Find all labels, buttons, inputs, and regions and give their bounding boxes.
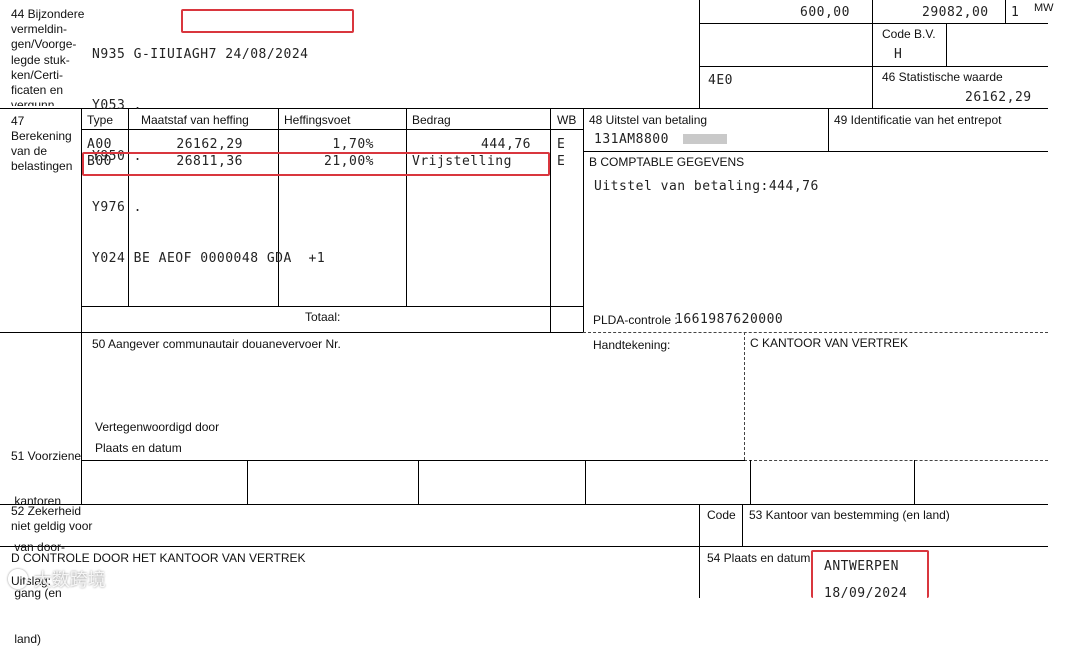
highlight-box-b00-row: [82, 152, 550, 176]
box53-label: 53 Kantoor van bestemming (en land): [749, 508, 950, 522]
box44-label: 44 Bijzondere vermeldin- gen/Voorge- leg…: [11, 7, 84, 106]
code-4e0: 4E0: [708, 73, 733, 88]
table-cell-wb: E: [557, 154, 566, 169]
box52-label-line: 52 Zekerheid: [11, 504, 82, 518]
box49-label: 49 Identificatie van het entrepot: [834, 113, 1002, 127]
boxB-value: Uitstel van betaling:444,76: [594, 179, 819, 194]
highlight-box-place-date: [811, 550, 929, 598]
col-header-bedrag: Bedrag: [412, 113, 451, 127]
box47-label: 47 Berekening van de belastingen: [11, 114, 72, 174]
box44-label-line: ken/Certi-: [11, 67, 64, 82]
boxD-label: D CONTROLE DOOR HET KANTOOR VAN VERTREK: [11, 551, 306, 565]
box52-label: 52 Zekerheid niet geldig voor: [11, 504, 92, 534]
mw-label: MW: [1034, 2, 1054, 14]
value-box-2: 29082,00: [922, 5, 989, 20]
table-cell-heffingsvoet: 1,70%: [332, 137, 374, 152]
boxC-label: C KANTOOR VAN VERTREK: [750, 336, 909, 350]
highlight-box-certificate-date: [181, 9, 354, 33]
col-header-wb: WB: [557, 113, 577, 127]
box44-label-line: gen/Voorge-: [11, 37, 77, 52]
box51-label-line: land): [11, 632, 42, 647]
box47-label-line: van de: [11, 144, 48, 158]
box44-line: N935 G-IIUIAGH7 24/08/2024: [92, 47, 309, 62]
box46-value: 26162,29: [965, 90, 1032, 105]
value-box-3: 1: [1011, 5, 1020, 20]
box44-label-line: ficaten en: [11, 83, 64, 98]
box47-label-line: belastingen: [11, 159, 73, 173]
watermark-text: 大数跨境: [33, 570, 106, 591]
plda-value: 1661987620000: [675, 312, 784, 327]
box44-line: Y053 .: [92, 98, 142, 113]
plda-label: PLDA-controle :: [593, 313, 678, 327]
box52-label-line: niet geldig voor: [11, 519, 93, 533]
watermark-logo: 大数跨境: [8, 566, 106, 592]
box44-line: Y024 BE AEOF 0000048 GDA +1: [92, 251, 326, 266]
code-bv-value: H: [894, 47, 903, 62]
code-bv-label: Code B.V.: [882, 27, 936, 41]
box47-label-line: Berekening: [11, 129, 72, 143]
totaal-label: Totaal:: [305, 310, 341, 324]
col-header-heffingsvoet: Heffingsvoet: [284, 113, 351, 127]
box46-label: 46 Statistische waarde: [882, 70, 1003, 84]
box48-label: 48 Uitstel van betaling: [589, 113, 708, 127]
plaats-datum-label: Plaats en datum: [95, 441, 182, 455]
box44-label-line: vergunn: [11, 98, 55, 107]
box53-code-label: Code: [707, 508, 736, 522]
table-cell-bedrag: 444,76: [481, 137, 531, 152]
box44-label-line: 44 Bijzondere: [11, 7, 85, 21]
boxB-label: B COMPTABLE GEGEVENS: [589, 155, 745, 169]
table-cell-wb: E: [557, 137, 566, 152]
watermark-icon: [8, 569, 28, 589]
redacted-block: [683, 134, 727, 144]
col-header-type: Type: [87, 113, 114, 127]
table-cell-type: A00: [87, 137, 112, 152]
box47-label-line: 47: [11, 114, 25, 128]
box44-line: Y976 .: [92, 200, 142, 215]
box51-label-line: 51 Voorziene: [11, 448, 82, 463]
box44-label-line: vermeldin-: [11, 22, 68, 37]
box51-label: 51 Voorziene kantoren van door- gang (en…: [11, 418, 81, 663]
box50-label: 50 Aangever communautair douanevervoer N…: [92, 337, 341, 351]
box54-label: 54 Plaats en datum:: [707, 551, 814, 565]
value-box-1: 600,00: [800, 5, 850, 20]
box48-value: 131AM8800: [594, 132, 669, 147]
box44-label-line: legde stuk-: [11, 52, 70, 67]
col-header-maatstaf: Maatstaf van heffing: [141, 113, 249, 127]
handtekening-label: Handtekening:: [593, 338, 671, 352]
table-cell-maatstaf: 26162,29: [176, 137, 243, 152]
vertegenwoordigd-label: Vertegenwoordigd door: [95, 420, 220, 434]
